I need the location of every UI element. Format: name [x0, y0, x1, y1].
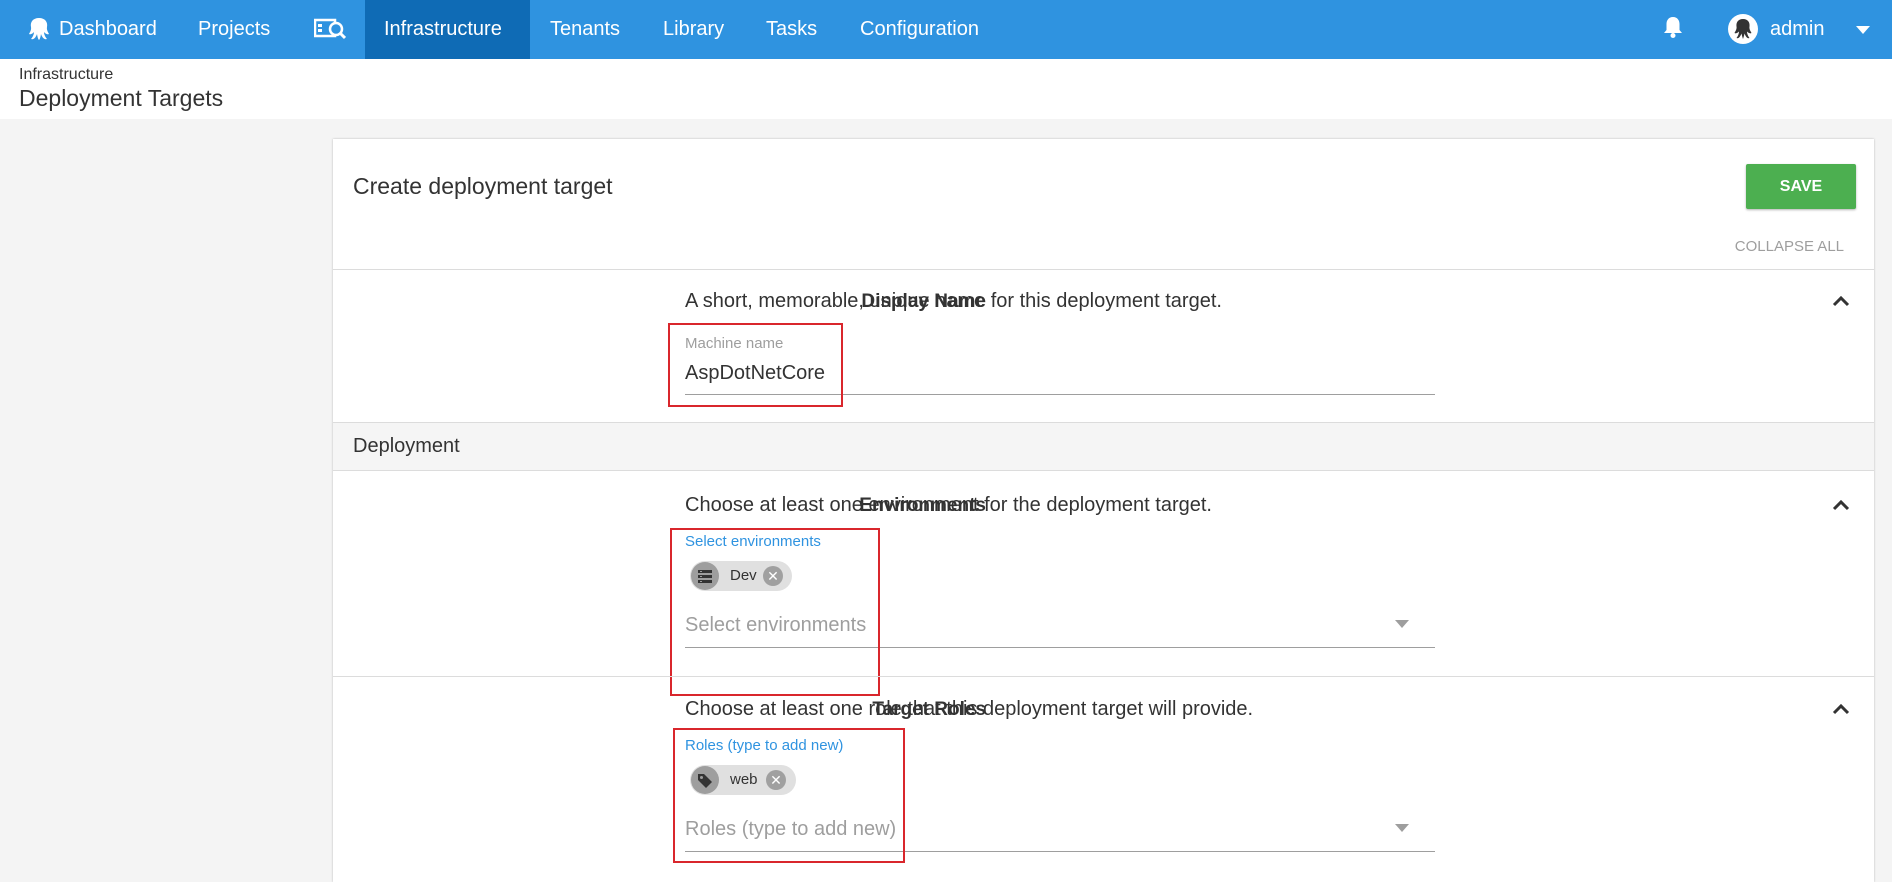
- breadcrumb-header: Infrastructure Deployment Targets: [0, 59, 1892, 119]
- collapse-environments-icon[interactable]: [1827, 495, 1855, 515]
- deployment-section-header: Deployment: [333, 422, 1874, 471]
- divider: [333, 269, 1874, 270]
- machine-search-icon: [314, 18, 346, 40]
- collapse-target-roles-icon[interactable]: [1827, 699, 1855, 719]
- chevron-down-icon: [1856, 26, 1870, 34]
- nav-infrastructure-label: Infrastructure: [384, 18, 502, 40]
- nav-configuration[interactable]: Configuration: [860, 0, 979, 59]
- nav-library-label: Library: [663, 18, 725, 40]
- nav-tenants-label: Tenants: [550, 18, 621, 40]
- highlight-box-roles: [673, 728, 905, 863]
- collapse-all-button[interactable]: COLLAPSE ALL: [1730, 238, 1844, 255]
- collapse-display-name-icon[interactable]: [1827, 291, 1855, 311]
- nav-search-machines[interactable]: [314, 0, 348, 59]
- environments-description: Choose at least one environment for the …: [685, 494, 1212, 516]
- divider: [333, 676, 1874, 677]
- highlight-box-environments: [670, 528, 880, 696]
- user-name: admin: [1770, 18, 1825, 40]
- bell-icon: [1664, 17, 1682, 38]
- highlight-box-machine-name: [668, 323, 843, 407]
- target-roles-description: Choose at least one role that this deplo…: [685, 698, 1254, 720]
- nav-projects-label: Projects: [198, 18, 271, 40]
- deployment-section-title: Deployment: [353, 435, 460, 457]
- user-avatar-icon: [1728, 14, 1758, 44]
- form-title: Create deployment target: [353, 173, 613, 199]
- nav-dashboard-label: Dashboard: [59, 18, 157, 40]
- notifications-button[interactable]: [1662, 0, 1686, 59]
- nav-tenants[interactable]: Tenants: [550, 0, 620, 59]
- octopus-logo-icon: [29, 18, 49, 40]
- nav-configuration-label: Configuration: [860, 18, 979, 40]
- roles-dropdown-icon[interactable]: [1395, 824, 1409, 832]
- nav-infrastructure[interactable]: Infrastructure: [365, 0, 530, 59]
- user-menu[interactable]: admin: [1728, 0, 1878, 59]
- environments-dropdown-icon[interactable]: [1395, 620, 1409, 628]
- nav-library[interactable]: Library: [663, 0, 724, 59]
- save-button[interactable]: SAVE: [1746, 164, 1856, 209]
- nav-projects[interactable]: Projects: [198, 0, 270, 59]
- nav-tasks-label: Tasks: [766, 18, 818, 40]
- top-navigation-bar: Dashboard Projects Infrastructure Tenant…: [0, 0, 1892, 59]
- create-deployment-target-card: Create deployment target SAVE COLLAPSE A…: [333, 139, 1874, 882]
- nav-tasks[interactable]: Tasks: [766, 0, 817, 59]
- breadcrumb[interactable]: Infrastructure: [19, 66, 113, 84]
- page-title: Deployment Targets: [19, 85, 224, 111]
- display-name-description: A short, memorable, unique name for this…: [685, 290, 1222, 312]
